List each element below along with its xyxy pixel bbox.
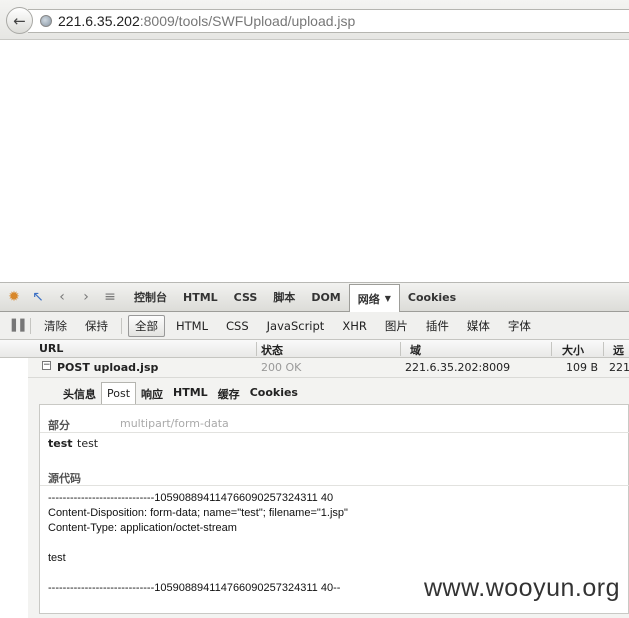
persist-button[interactable]: 保持 <box>78 315 115 337</box>
col-url[interactable]: URL <box>39 342 63 355</box>
firebug-toolbar: ✹ ↖ ‹ › ≡ 控制台 HTML CSS 脚本 DOM 网络 ▼ Cooki… <box>0 282 629 312</box>
param-name: test <box>48 437 73 450</box>
request-remote: 221. <box>609 361 629 374</box>
source-line: test <box>48 552 66 564</box>
filter-images[interactable]: 图片 <box>378 315 415 337</box>
filter-all[interactable]: 全部 <box>128 314 165 337</box>
parts-title: 部分 <box>48 419 70 432</box>
param-value: test <box>77 437 99 450</box>
tab-html[interactable]: HTML <box>175 283 226 311</box>
divider <box>603 342 604 356</box>
caret-down-icon: ▼ <box>384 294 391 303</box>
request-domain: 221.6.35.202:8009 <box>405 361 511 374</box>
source-line: Content-Disposition: form-data; name="te… <box>48 507 348 519</box>
filter-javascript[interactable]: JavaScript <box>260 316 332 336</box>
chevron-left-icon[interactable]: ‹ <box>52 287 72 307</box>
filter-xhr[interactable]: XHR <box>335 316 374 336</box>
tab-dom[interactable]: DOM <box>303 283 348 311</box>
chevron-right-icon[interactable]: › <box>76 287 96 307</box>
divider <box>256 342 257 356</box>
pause-icon[interactable]: ▐▐ <box>6 316 26 336</box>
tab-console[interactable]: 控制台 <box>126 283 175 311</box>
collapse-icon[interactable]: − <box>42 361 51 370</box>
back-button[interactable]: ← <box>6 7 33 34</box>
divider <box>551 342 552 356</box>
watermark: www.wooyun.org <box>424 574 620 602</box>
url-path: :8009/tools/SWFUpload/upload.jsp <box>139 13 356 29</box>
tab-script[interactable]: 脚本 <box>265 283 303 311</box>
navigation-bar: 221.6.35.202:8009/tools/SWFUpload/upload… <box>0 0 629 40</box>
request-size: 109 B <box>566 361 599 374</box>
tab-net[interactable]: 网络 ▼ <box>348 284 400 312</box>
tab-cookies[interactable]: Cookies <box>400 283 464 311</box>
url-host: 221.6.35.202 <box>58 13 140 29</box>
divider <box>40 485 629 486</box>
tab-cache[interactable]: 缓存 <box>213 382 245 404</box>
tab-detail-html[interactable]: HTML <box>168 382 213 404</box>
col-status[interactable]: 状态 <box>261 342 283 358</box>
tab-headers[interactable]: 头信息 <box>58 382 101 404</box>
tab-css[interactable]: CSS <box>226 283 266 311</box>
filter-css[interactable]: CSS <box>219 316 256 336</box>
col-size[interactable]: 大小 <box>562 342 584 358</box>
inspect-icon[interactable]: ↖ <box>28 287 48 307</box>
filter-html[interactable]: HTML <box>169 316 215 336</box>
page-content <box>0 40 629 282</box>
request-row[interactable]: − POST upload.jsp 200 OK 221.6.35.202:80… <box>28 358 629 378</box>
filter-fonts[interactable]: 字体 <box>501 315 538 337</box>
globe-icon <box>40 15 52 27</box>
command-line-icon[interactable]: ≡ <box>100 287 120 307</box>
detail-tabs: 头信息 Post 响应 HTML 缓存 Cookies <box>58 382 303 404</box>
source-line: Content-Type: application/octet-stream <box>48 522 237 534</box>
request-status: 200 OK <box>261 361 302 374</box>
mime-type: multipart/form-data <box>120 417 229 430</box>
back-arrow-icon: ← <box>13 11 26 30</box>
source-line: -----------------------------10590889411… <box>48 582 341 594</box>
request-url: POST upload.jsp <box>57 361 159 374</box>
divider <box>121 317 122 334</box>
source-title: 源代码 <box>48 472 81 485</box>
tab-net-label: 网络 <box>357 292 380 306</box>
divider <box>40 432 629 433</box>
tab-response[interactable]: 响应 <box>136 382 168 404</box>
tab-detail-cookies[interactable]: Cookies <box>245 382 303 404</box>
divider <box>400 342 401 356</box>
net-column-header: URL 状态 域 大小 远程 <box>0 340 629 373</box>
clear-button[interactable]: 清除 <box>37 315 74 337</box>
address-bar[interactable]: 221.6.35.202:8009/tools/SWFUpload/upload… <box>28 9 629 33</box>
divider <box>30 317 31 334</box>
source-line: -----------------------------10590889411… <box>48 492 334 504</box>
net-filter-bar: ▐▐ 清除 保持 全部 HTML CSS JavaScript XHR 图片 插… <box>0 312 629 340</box>
firebug-icon[interactable]: ✹ <box>4 287 24 307</box>
filter-media[interactable]: 媒体 <box>460 315 497 337</box>
col-domain[interactable]: 域 <box>410 342 421 358</box>
filter-plugins[interactable]: 插件 <box>419 315 456 337</box>
browser-window: 221.6.35.202:8009/tools/SWFUpload/upload… <box>0 0 629 618</box>
tab-post[interactable]: Post <box>101 382 137 404</box>
